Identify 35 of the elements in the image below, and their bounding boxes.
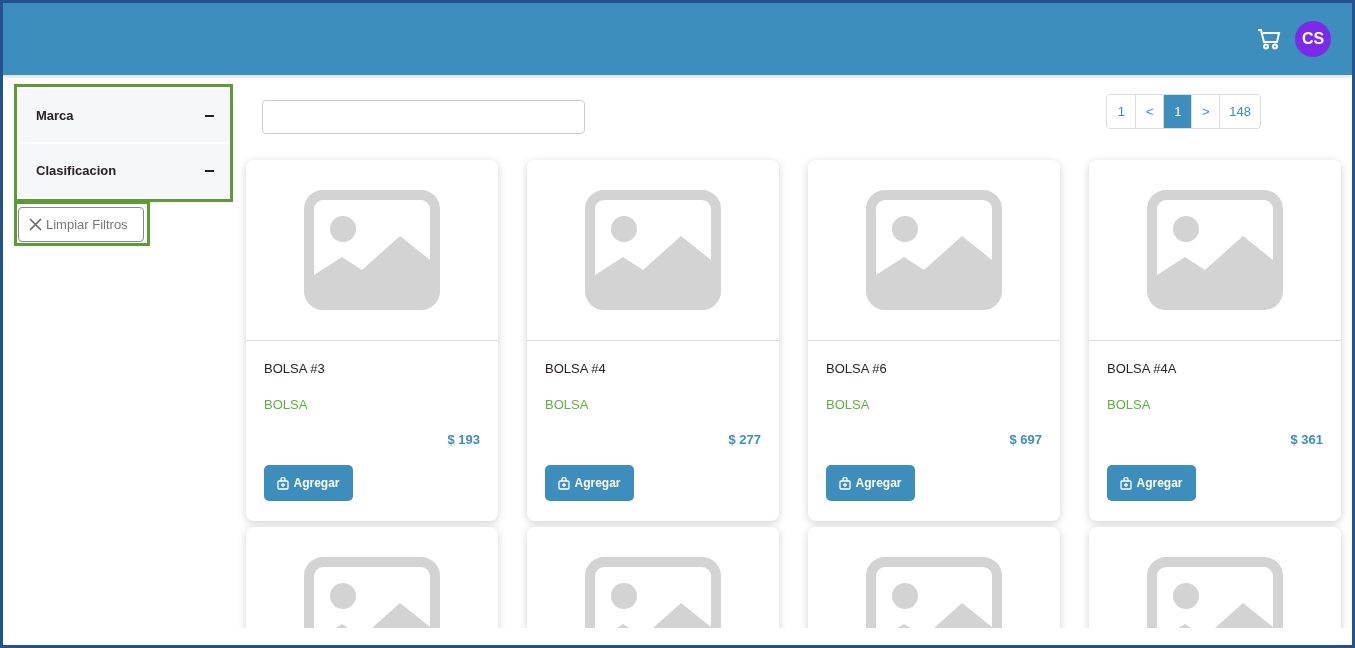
- add-button[interactable]: Agregar: [826, 465, 915, 501]
- product-price: $ 193: [447, 432, 480, 447]
- image-placeholder-icon: [1147, 190, 1283, 310]
- close-icon: [29, 218, 42, 231]
- product-name: BOLSA #4A: [1107, 361, 1178, 377]
- product-category: BOLSA: [1107, 397, 1152, 412]
- product-name: BOLSA #4: [545, 361, 607, 377]
- image-placeholder-icon: [585, 190, 721, 310]
- filter-header[interactable]: Clasificacion: [17, 144, 230, 197]
- product-price: $ 277: [728, 432, 761, 447]
- product-category: BOLSA: [545, 397, 590, 412]
- filter-header[interactable]: Marca: [17, 89, 230, 142]
- cart-icon[interactable]: [1257, 28, 1281, 50]
- product-category: BOLSA: [264, 397, 309, 412]
- filter-label: Clasificacion: [36, 163, 117, 178]
- product-category: BOLSA: [826, 397, 871, 412]
- add-button[interactable]: Agregar: [1107, 465, 1196, 501]
- clear-filters-button[interactable]: Limpiar Filtros: [18, 207, 144, 242]
- filter-label: Marca: [36, 108, 74, 123]
- product-price: $ 697: [1009, 432, 1042, 447]
- product-name: BOLSA #3: [264, 361, 326, 377]
- product-name: BOLSA #6: [826, 361, 888, 377]
- product-price: $ 361: [1290, 432, 1323, 447]
- add-button[interactable]: Agregar: [264, 465, 353, 501]
- bag-plus-icon: [277, 476, 290, 490]
- search-field[interactable]: [262, 100, 585, 134]
- bag-plus-icon: [839, 476, 852, 490]
- image-placeholder-icon: [304, 190, 440, 310]
- page-link[interactable]: 148: [1219, 95, 1260, 128]
- user-avatar[interactable]: CS: [1295, 21, 1331, 57]
- bag-plus-icon: [1120, 476, 1133, 490]
- page-link[interactable]: 1: [1163, 95, 1192, 128]
- image-placeholder-icon: [866, 190, 1002, 310]
- add-button[interactable]: Agregar: [545, 465, 634, 501]
- bag-plus-icon: [558, 476, 571, 490]
